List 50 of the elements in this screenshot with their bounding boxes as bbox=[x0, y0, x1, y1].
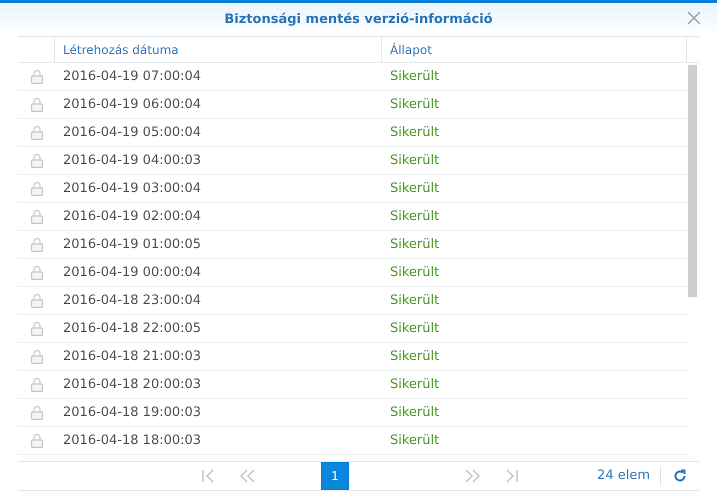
table-cell: 2016-04-19 05:00:04 bbox=[63, 124, 202, 140]
table-cell: 2016-04-18 19:00:03 bbox=[63, 404, 202, 420]
table-cell: 2016-04-19 07:00:04 bbox=[63, 68, 202, 84]
status-text: Sikerült bbox=[390, 348, 440, 364]
table-cell: 2016-04-19 00:00:04 bbox=[63, 264, 202, 280]
lock-icon bbox=[30, 349, 42, 364]
lock-icon bbox=[30, 125, 42, 140]
lock-icon bbox=[30, 433, 42, 448]
status-text: Sikerült bbox=[390, 292, 440, 308]
table-cell: 2016-04-19 01:00:05 bbox=[63, 236, 202, 252]
status-text: Sikerült bbox=[390, 68, 440, 84]
status-text: Sikerült bbox=[390, 376, 440, 392]
close-icon[interactable] bbox=[687, 11, 701, 25]
status-text: Sikerült bbox=[390, 320, 440, 336]
status-text: Sikerült bbox=[390, 124, 440, 140]
lock-icon bbox=[30, 97, 42, 112]
table-cell: 2016-04-18 20:00:03 bbox=[63, 376, 202, 392]
status-text: Sikerült bbox=[390, 404, 440, 420]
status-text: Sikerült bbox=[390, 152, 440, 168]
table-cell: 2016-04-19 06:00:04 bbox=[63, 96, 202, 112]
lock-icon bbox=[30, 377, 42, 392]
status-text: Sikerült bbox=[390, 236, 440, 252]
item-count: 24 elem bbox=[597, 466, 661, 486]
table-cell: 2016-04-19 04:00:03 bbox=[63, 152, 202, 168]
status-text: Sikerült bbox=[390, 208, 440, 224]
table-cell: 2016-04-19 03:00:04 bbox=[63, 180, 202, 196]
lock-icon bbox=[30, 265, 42, 280]
lock-icon bbox=[30, 181, 42, 196]
lock-icon bbox=[30, 321, 42, 336]
lock-icon bbox=[30, 405, 42, 420]
table-cell: 2016-04-18 18:00:03 bbox=[63, 432, 202, 448]
status-text: Sikerült bbox=[390, 180, 440, 196]
lock-icon bbox=[30, 153, 42, 168]
lock-icon bbox=[30, 237, 42, 252]
scrollbar[interactable] bbox=[688, 65, 697, 297]
lock-icon bbox=[30, 209, 42, 224]
refresh-icon[interactable] bbox=[673, 469, 687, 483]
lock-icon bbox=[30, 69, 42, 84]
table-cell: 2016-04-19 02:00:04 bbox=[63, 208, 202, 224]
column-header[interactable]: Létrehozás dátuma bbox=[63, 40, 179, 58]
table-cell: 2016-04-18 22:00:05 bbox=[63, 320, 202, 336]
status-text: Sikerült bbox=[390, 264, 440, 280]
page-button[interactable]: 1 bbox=[321, 462, 349, 490]
table-cell: 2016-04-18 23:00:04 bbox=[63, 292, 202, 308]
status-text: Sikerült bbox=[390, 432, 440, 448]
window-title: Biztonsági mentés verzió-információ bbox=[224, 10, 493, 29]
status-text: Sikerült bbox=[390, 96, 440, 112]
table-cell: 2016-04-18 21:00:03 bbox=[63, 348, 202, 364]
lock-icon bbox=[30, 293, 42, 308]
column-header[interactable]: Állapot bbox=[390, 40, 432, 58]
